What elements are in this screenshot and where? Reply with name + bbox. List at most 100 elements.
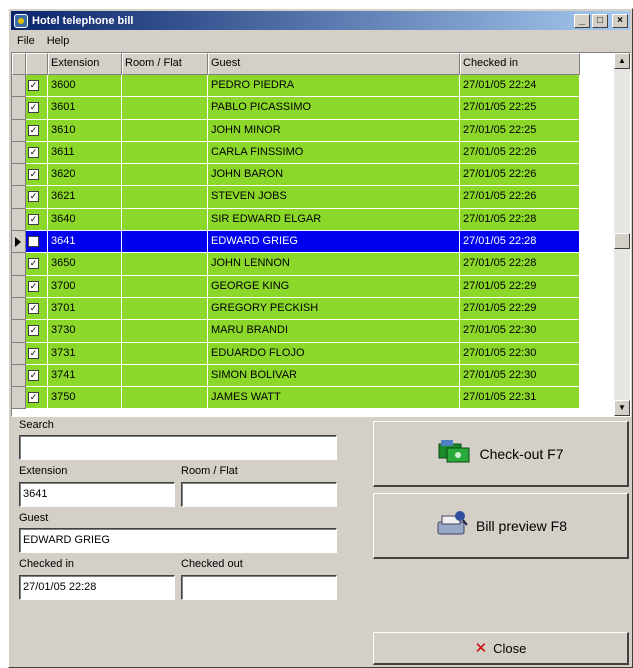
table-row[interactable]: ✓ 3620 JOHN BARON 27/01/05 22:26	[12, 164, 580, 187]
header-checked-in[interactable]: Checked in	[460, 53, 580, 75]
row-check-cell: ✓	[26, 297, 48, 321]
close-icon: ✕	[474, 640, 488, 657]
bill-preview-button[interactable]: Bill preview F8	[373, 493, 629, 559]
header-indicator	[12, 53, 26, 75]
table-row[interactable]: ✓ 3611 CARLA FINSSIMO 27/01/05 22:26	[12, 141, 580, 165]
cell-extension: 3611	[48, 141, 122, 165]
close-label: Close	[493, 640, 527, 656]
table-row[interactable]: ✓ 3650 JOHN LENNON 27/01/05 22:28	[12, 253, 580, 276]
table-row[interactable]: ✓ 3741 SIMON BOLIVAR 27/01/05 22:30	[12, 364, 580, 388]
checkout-label: Check-out F7	[479, 445, 564, 462]
cell-checked-in: 27/01/05 22:31	[460, 387, 580, 410]
cell-checked-in: 27/01/05 22:29	[460, 297, 580, 321]
cell-extension: 3650	[48, 253, 122, 276]
cell-checked-in: 27/01/05 22:28	[460, 253, 580, 276]
cell-checked-in: 27/01/05 22:28	[460, 231, 580, 254]
cell-guest: JOHN LENNON	[208, 253, 460, 276]
table-row[interactable]: ✓ 3730 MARU BRANDI 27/01/05 22:30	[12, 320, 580, 343]
cell-checked-in: 27/01/05 22:25	[460, 97, 580, 120]
row-checkbox[interactable]: ✓	[28, 102, 39, 114]
cell-room	[122, 75, 208, 98]
cell-room	[122, 141, 208, 165]
window-close-button[interactable]: ×	[612, 13, 628, 28]
scroll-thumb[interactable]	[614, 233, 630, 249]
search-input[interactable]	[19, 435, 337, 460]
extension-label: Extension	[19, 465, 68, 477]
guest-field[interactable]: EDWARD GRIEG	[19, 528, 337, 553]
row-checkbox[interactable]: ✓	[28, 392, 39, 404]
table-row[interactable]: ✓ 3731 EDUARDO FLOJO 27/01/05 22:30	[12, 342, 580, 365]
table-row[interactable]: ✓ 3640 SIR EDWARD ELGAR 27/01/05 22:28	[12, 208, 580, 232]
row-check-cell: ✓	[26, 231, 48, 254]
row-checkbox[interactable]: ✓	[28, 80, 39, 91]
menu-help[interactable]: Help	[41, 35, 76, 47]
table-row[interactable]: ✓ 3641 EDWARD GRIEG 27/01/05 22:28	[12, 231, 580, 254]
cell-checked-in: 27/01/05 22:30	[460, 320, 580, 343]
extension-field[interactable]: 3641	[19, 482, 175, 507]
table-row[interactable]: ✓ 3610 JOHN MINOR 27/01/05 22:25	[12, 119, 580, 142]
bill-preview-icon	[434, 510, 470, 541]
cell-guest: JOHN BARON	[208, 164, 460, 187]
row-indicator	[12, 75, 26, 98]
row-check-cell: ✓	[26, 342, 48, 365]
row-checkbox[interactable]: ✓	[28, 280, 39, 292]
row-indicator	[12, 164, 26, 187]
row-indicator	[12, 342, 26, 365]
close-button[interactable]: ✕ Close	[373, 632, 629, 665]
header-extension[interactable]: Extension	[48, 53, 122, 75]
table-row[interactable]: ✓ 3750 JAMES WATT 27/01/05 22:31	[12, 387, 580, 410]
row-checkbox[interactable]: ✓	[28, 347, 39, 359]
window-title: Hotel telephone bill	[32, 14, 134, 27]
vertical-scrollbar[interactable]: ▲ ▼	[614, 53, 630, 416]
maximize-button[interactable]: □	[592, 13, 608, 28]
row-check-cell: ✓	[26, 208, 48, 232]
table-row[interactable]: ✓ 3701 GREGORY PECKISH 27/01/05 22:29	[12, 297, 580, 321]
menu-bar: File Help	[11, 32, 630, 50]
row-indicator	[12, 97, 26, 120]
scroll-down-button[interactable]: ▼	[614, 400, 630, 416]
room-field[interactable]	[181, 482, 337, 507]
row-checkbox[interactable]: ✓	[28, 146, 39, 158]
checked-in-field[interactable]: 27/01/05 22:28	[19, 575, 175, 600]
cell-room	[122, 119, 208, 142]
grid-rows: ✓ 3600 PEDRO PIEDRA 27/01/05 22:24 ✓ 3601 PABL…	[12, 75, 580, 410]
row-checkbox[interactable]: ✓	[28, 325, 39, 337]
table-row[interactable]: ✓ 3601 PABLO PICASSIMO 27/01/05 22:25	[12, 97, 580, 120]
cell-guest: JOHN MINOR	[208, 119, 460, 142]
row-checkbox[interactable]: ✓	[28, 258, 39, 270]
table-row[interactable]: ✓ 3621 STEVEN JOBS 27/01/05 22:26	[12, 186, 580, 209]
cell-guest: MARU BRANDI	[208, 320, 460, 343]
minimize-button[interactable]: _	[574, 13, 590, 28]
row-checkbox[interactable]: ✓	[28, 124, 39, 136]
header-room[interactable]: Room / Flat	[122, 53, 208, 75]
title-bar[interactable]: Hotel telephone bill _ □ ×	[11, 11, 630, 30]
row-checkbox[interactable]: ✓	[28, 191, 39, 203]
guest-grid[interactable]: Extension Room / Flat Guest Checked in ✓…	[11, 52, 631, 417]
cell-checked-in: 27/01/05 22:30	[460, 342, 580, 365]
row-checkbox[interactable]: ✓	[28, 302, 39, 314]
row-checkbox[interactable]: ✓	[28, 369, 39, 381]
cell-guest: JAMES WATT	[208, 387, 460, 410]
cell-extension: 3600	[48, 75, 122, 98]
table-row[interactable]: ✓ 3600 PEDRO PIEDRA 27/01/05 22:24	[12, 75, 580, 98]
table-row[interactable]: ✓ 3700 GEORGE KING 27/01/05 22:29	[12, 275, 580, 298]
row-indicator	[12, 253, 26, 276]
row-checkbox[interactable]: ✓	[28, 236, 39, 248]
guest-label: Guest	[19, 512, 49, 524]
row-check-cell: ✓	[26, 75, 48, 98]
row-check-cell: ✓	[26, 387, 48, 410]
row-indicator	[12, 275, 26, 298]
scroll-up-button[interactable]: ▲	[614, 53, 630, 69]
header-check	[26, 53, 48, 75]
row-checkbox[interactable]: ✓	[28, 213, 39, 225]
checked-out-field[interactable]	[181, 575, 337, 600]
checkout-button[interactable]: Check-out F7	[373, 421, 629, 487]
header-guest[interactable]: Guest	[208, 53, 460, 75]
row-indicator	[12, 231, 26, 254]
cell-guest: EDWARD GRIEG	[208, 231, 460, 254]
menu-file[interactable]: File	[11, 35, 41, 47]
cell-checked-in: 27/01/05 22:28	[460, 208, 580, 232]
row-checkbox[interactable]: ✓	[28, 169, 39, 181]
cell-room	[122, 231, 208, 254]
cell-guest: SIR EDWARD ELGAR	[208, 208, 460, 232]
